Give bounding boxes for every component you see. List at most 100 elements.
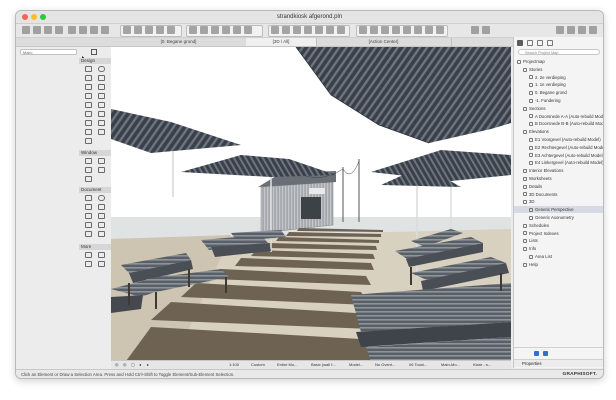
morph-tool-icon[interactable] <box>98 129 105 135</box>
project-map-icon[interactable] <box>517 40 523 46</box>
project-map-item[interactable]: Interior Elevations <box>514 167 603 174</box>
marquee-tool-icon[interactable] <box>91 49 97 55</box>
project-map-item[interactable]: E2 Rechtergevel (Auto-rebuild Model) <box>514 144 603 151</box>
hotspot-tool-icon[interactable] <box>98 252 105 258</box>
info-box-icon[interactable] <box>567 26 575 34</box>
beam-tool-icon[interactable] <box>85 75 92 81</box>
elevate-icon[interactable] <box>222 26 230 34</box>
grid-tool-icon[interactable] <box>85 252 92 258</box>
tab-floor-plan[interactable]: [0. Begane grond] <box>111 38 247 46</box>
explore-icon[interactable] <box>370 26 378 34</box>
zoom-in-icon[interactable]: ◎ <box>123 362 127 368</box>
syringe-icon[interactable] <box>101 26 109 34</box>
project-map-item[interactable]: E1 Voorgevel (Auto-rebuild Model) <box>514 136 603 143</box>
dimension-tool-icon[interactable] <box>85 158 92 164</box>
graphic-override-select[interactable]: No Overri... <box>375 362 395 368</box>
layers-icon[interactable] <box>167 26 175 34</box>
renovation-filter-select[interactable]: 06 Tooni... <box>409 362 427 368</box>
eyedropper-icon[interactable] <box>90 26 98 34</box>
change-tool-icon[interactable] <box>85 231 92 237</box>
camera-icon[interactable] <box>403 26 411 34</box>
model-view-select[interactable]: Entire Mo... <box>277 362 297 368</box>
object-tool-icon[interactable] <box>98 84 105 90</box>
mesh-tool-icon[interactable] <box>85 129 92 135</box>
project-map-item[interactable]: A Doorsnede A-A (Auto-rebuild Model) <box>514 113 603 120</box>
move-icon[interactable] <box>189 26 197 34</box>
column-tool-icon[interactable] <box>98 66 105 72</box>
wall-icon[interactable] <box>271 26 279 34</box>
skylight-tool-icon[interactable] <box>98 102 105 108</box>
project-map-item[interactable]: E4 Linkergevel (Auto-rebuild Model) <box>514 159 603 166</box>
camera-tool-icon[interactable] <box>98 231 105 237</box>
toolbox-section-design[interactable]: Design <box>79 58 113 64</box>
project-map-item[interactable]: Generic Perspective <box>514 206 603 214</box>
project-map-item[interactable]: Worksheets <box>514 175 603 182</box>
project-map-item[interactable]: Schedules <box>514 222 603 229</box>
render-icon[interactable] <box>414 26 422 34</box>
publish-icon[interactable] <box>425 26 433 34</box>
spline-tool-icon[interactable] <box>98 261 105 267</box>
curtain-wall-tool-icon[interactable] <box>85 120 92 126</box>
project-map-item[interactable]: Info <box>514 245 603 252</box>
stair-tool-icon[interactable] <box>85 111 92 117</box>
account-icon[interactable] <box>589 26 597 34</box>
collaborate-icon[interactable] <box>482 26 490 34</box>
tab-action-center[interactable]: [Action Center] <box>316 38 452 46</box>
drawing-tool-icon[interactable] <box>98 204 105 210</box>
project-map-item[interactable]: 0. Begane grond <box>514 89 603 96</box>
project-map-item[interactable]: -1. Fundering <box>514 97 603 104</box>
properties-panel-header[interactable]: Properties <box>514 359 603 367</box>
mesh-icon[interactable] <box>326 26 334 34</box>
split-icon[interactable] <box>244 26 252 34</box>
worksheet-tool-icon[interactable] <box>98 222 105 228</box>
project-map-item[interactable]: Generic Axonometry <box>514 214 603 221</box>
lamp-tool-icon[interactable] <box>85 138 92 144</box>
scale-select[interactable]: 1:100 <box>229 362 239 368</box>
arrow-tool-icon[interactable] <box>81 49 87 62</box>
project-map-item[interactable]: E3 Achtergevel (Auto-rebuild Model) <box>514 152 603 159</box>
view-map-icon[interactable] <box>527 40 533 46</box>
3d-perspective-scene[interactable] <box>111 47 511 368</box>
dimension-style-select[interactable]: Klare - s... <box>473 362 491 368</box>
project-map-item[interactable]: B Doorsnede B-B (Auto-rebuild Model) <box>514 120 603 127</box>
previous-view-icon[interactable]: ◂ <box>139 362 141 368</box>
project-map-item[interactable]: Lists <box>514 237 603 244</box>
label-tool-icon[interactable] <box>98 167 105 173</box>
layer-combination-select[interactable]: Custom <box>251 362 265 368</box>
door-tool-icon[interactable] <box>85 84 92 90</box>
teamwork-icon[interactable] <box>436 26 444 34</box>
railing-tool-icon[interactable] <box>98 111 105 117</box>
figure-tool-icon[interactable] <box>85 261 92 267</box>
settings-icon[interactable] <box>534 351 539 356</box>
polyline-tool-icon[interactable] <box>85 204 92 210</box>
project-map-item[interactable]: Details <box>514 183 603 190</box>
fit-window-icon[interactable]: ▢ <box>131 362 135 368</box>
project-map-item[interactable]: 3D <box>514 198 603 205</box>
layout-book-icon[interactable] <box>537 40 543 46</box>
redo-icon[interactable] <box>55 26 63 34</box>
rotate-icon[interactable] <box>200 26 208 34</box>
project-map-item[interactable]: Area List <box>514 253 603 260</box>
publisher-sets-icon[interactable] <box>547 40 553 46</box>
zone-tool-icon[interactable] <box>98 120 105 126</box>
snap-icon[interactable] <box>123 26 131 34</box>
morph-icon[interactable] <box>337 26 345 34</box>
window-tool-icon[interactable] <box>98 75 105 81</box>
toolbox-section-window[interactable]: Window <box>79 150 113 156</box>
section-tool-icon[interactable] <box>85 213 92 219</box>
object-icon[interactable] <box>304 26 312 34</box>
project-map-item[interactable]: Projectmap <box>514 58 603 65</box>
roof-tool-icon[interactable] <box>98 93 105 99</box>
toolbox-section-more[interactable]: More <box>79 244 113 250</box>
cutting-plane-icon[interactable] <box>381 26 389 34</box>
project-map-item[interactable]: Sections <box>514 105 603 112</box>
list-icon[interactable] <box>543 351 548 356</box>
trace-icon[interactable] <box>156 26 164 34</box>
globe-icon[interactable] <box>578 26 586 34</box>
bim-cloud-icon[interactable] <box>471 26 479 34</box>
elevation-tool-icon[interactable] <box>98 213 105 219</box>
wall-tool-icon[interactable] <box>85 66 92 72</box>
project-map-item[interactable]: Elevations <box>514 128 603 135</box>
structural-display-select[interactable]: Main-Mo... <box>441 362 460 368</box>
project-map-item[interactable]: 3D Documents <box>514 191 603 198</box>
